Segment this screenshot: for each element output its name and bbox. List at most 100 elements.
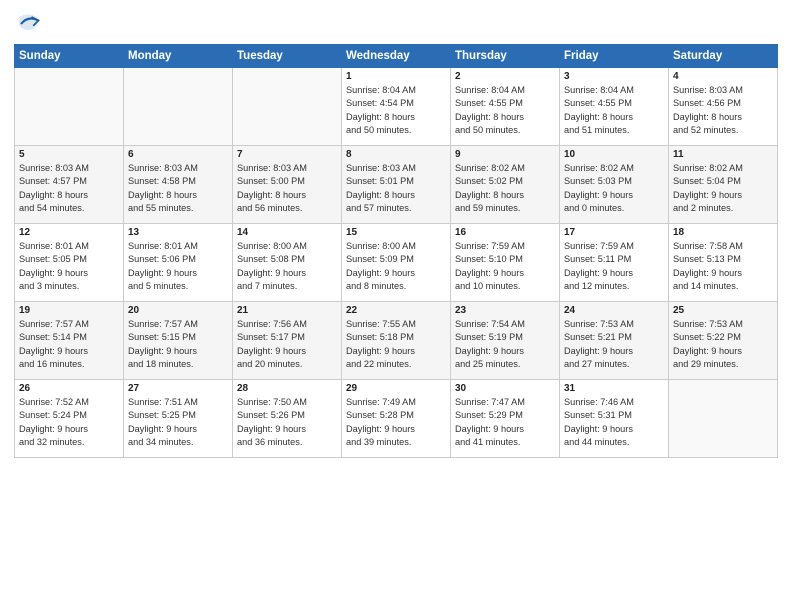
day-info: Sunrise: 7:54 AM Sunset: 5:19 PM Dayligh… <box>455 318 555 371</box>
day-number: 3 <box>564 71 664 82</box>
day-number: 30 <box>455 383 555 394</box>
day-cell-11: 11 Sunrise: 8:02 AM Sunset: 5:04 PM Dayli… <box>669 146 778 224</box>
day-number: 27 <box>128 383 228 394</box>
day-number: 18 <box>673 227 773 238</box>
day-number: 2 <box>455 71 555 82</box>
day-info: Sunrise: 7:51 AM Sunset: 5:25 PM Dayligh… <box>128 396 228 449</box>
day-info: Sunrise: 8:02 AM Sunset: 5:02 PM Dayligh… <box>455 162 555 215</box>
day-info: Sunrise: 7:55 AM Sunset: 5:18 PM Dayligh… <box>346 318 446 371</box>
weekday-sunday: Sunday <box>15 45 124 68</box>
page: SundayMondayTuesdayWednesdayThursdayFrid… <box>0 0 792 612</box>
day-info: Sunrise: 7:46 AM Sunset: 5:31 PM Dayligh… <box>564 396 664 449</box>
weekday-friday: Friday <box>560 45 669 68</box>
day-cell-15: 15 Sunrise: 8:00 AM Sunset: 5:09 PM Dayli… <box>342 224 451 302</box>
day-number: 13 <box>128 227 228 238</box>
day-cell-13: 13 Sunrise: 8:01 AM Sunset: 5:06 PM Dayli… <box>124 224 233 302</box>
day-cell-21: 21 Sunrise: 7:56 AM Sunset: 5:17 PM Dayli… <box>233 302 342 380</box>
week-row-2: 12 Sunrise: 8:01 AM Sunset: 5:05 PM Dayli… <box>15 224 778 302</box>
day-cell-23: 23 Sunrise: 7:54 AM Sunset: 5:19 PM Dayli… <box>451 302 560 380</box>
day-cell-5: 5Sunrise: 8:03 AM Sunset: 4:57 PM Daylig… <box>15 146 124 224</box>
weekday-header-row: SundayMondayTuesdayWednesdayThursdayFrid… <box>15 45 778 68</box>
day-info: Sunrise: 8:04 AM Sunset: 4:55 PM Dayligh… <box>455 84 555 137</box>
day-cell-12: 12 Sunrise: 8:01 AM Sunset: 5:05 PM Dayli… <box>15 224 124 302</box>
day-cell-20: 20Sunrise: 7:57 AM Sunset: 5:15 PM Dayli… <box>124 302 233 380</box>
day-info: Sunrise: 8:02 AM Sunset: 5:04 PM Dayligh… <box>673 162 773 215</box>
day-cell-25: 25 Sunrise: 7:53 AM Sunset: 5:22 PM Dayli… <box>669 302 778 380</box>
day-info: Sunrise: 8:03 AM Sunset: 4:58 PM Dayligh… <box>128 162 228 215</box>
day-cell-17: 17Sunrise: 7:59 AM Sunset: 5:11 PM Dayli… <box>560 224 669 302</box>
day-info: Sunrise: 7:49 AM Sunset: 5:28 PM Dayligh… <box>346 396 446 449</box>
day-number: 12 <box>19 227 119 238</box>
day-info: Sunrise: 8:04 AM Sunset: 4:54 PM Dayligh… <box>346 84 446 137</box>
empty-cell <box>233 68 342 146</box>
day-cell-19: 19Sunrise: 7:57 AM Sunset: 5:14 PM Dayli… <box>15 302 124 380</box>
empty-cell <box>15 68 124 146</box>
day-info: Sunrise: 8:00 AM Sunset: 5:09 PM Dayligh… <box>346 240 446 293</box>
day-info: Sunrise: 8:00 AM Sunset: 5:08 PM Dayligh… <box>237 240 337 293</box>
week-row-4: 26 Sunrise: 7:52 AM Sunset: 5:24 PM Dayli… <box>15 380 778 458</box>
day-number: 14 <box>237 227 337 238</box>
day-info: Sunrise: 8:03 AM Sunset: 5:01 PM Dayligh… <box>346 162 446 215</box>
week-row-3: 19Sunrise: 7:57 AM Sunset: 5:14 PM Dayli… <box>15 302 778 380</box>
day-number: 19 <box>19 305 119 316</box>
day-info: Sunrise: 7:52 AM Sunset: 5:24 PM Dayligh… <box>19 396 119 449</box>
day-cell-3: 3 Sunrise: 8:04 AM Sunset: 4:55 PM Daylig… <box>560 68 669 146</box>
day-number: 31 <box>564 383 664 394</box>
day-number: 9 <box>455 149 555 160</box>
day-number: 15 <box>346 227 446 238</box>
day-number: 16 <box>455 227 555 238</box>
day-info: Sunrise: 7:58 AM Sunset: 5:13 PM Dayligh… <box>673 240 773 293</box>
day-info: Sunrise: 7:53 AM Sunset: 5:22 PM Dayligh… <box>673 318 773 371</box>
day-cell-31: 31 Sunrise: 7:46 AM Sunset: 5:31 PM Dayli… <box>560 380 669 458</box>
day-number: 25 <box>673 305 773 316</box>
day-cell-18: 18 Sunrise: 7:58 AM Sunset: 5:13 PM Dayli… <box>669 224 778 302</box>
day-number: 4 <box>673 71 773 82</box>
day-info: Sunrise: 7:59 AM Sunset: 5:11 PM Dayligh… <box>564 240 664 293</box>
day-cell-24: 24 Sunrise: 7:53 AM Sunset: 5:21 PM Dayli… <box>560 302 669 380</box>
day-number: 24 <box>564 305 664 316</box>
day-info: Sunrise: 8:03 AM Sunset: 4:56 PM Dayligh… <box>673 84 773 137</box>
weekday-tuesday: Tuesday <box>233 45 342 68</box>
weekday-monday: Monday <box>124 45 233 68</box>
calendar-table: SundayMondayTuesdayWednesdayThursdayFrid… <box>14 44 778 458</box>
day-number: 6 <box>128 149 228 160</box>
logo <box>14 10 46 38</box>
day-number: 21 <box>237 305 337 316</box>
weekday-wednesday: Wednesday <box>342 45 451 68</box>
day-cell-14: 14 Sunrise: 8:00 AM Sunset: 5:08 PM Dayli… <box>233 224 342 302</box>
day-cell-2: 2 Sunrise: 8:04 AM Sunset: 4:55 PM Daylig… <box>451 68 560 146</box>
day-info: Sunrise: 7:56 AM Sunset: 5:17 PM Dayligh… <box>237 318 337 371</box>
day-number: 1 <box>346 71 446 82</box>
weekday-saturday: Saturday <box>669 45 778 68</box>
day-number: 29 <box>346 383 446 394</box>
weekday-thursday: Thursday <box>451 45 560 68</box>
day-number: 26 <box>19 383 119 394</box>
logo-icon <box>14 10 42 38</box>
day-info: Sunrise: 7:59 AM Sunset: 5:10 PM Dayligh… <box>455 240 555 293</box>
day-info: Sunrise: 8:04 AM Sunset: 4:55 PM Dayligh… <box>564 84 664 137</box>
day-cell-9: 9 Sunrise: 8:02 AM Sunset: 5:02 PM Daylig… <box>451 146 560 224</box>
day-cell-1: 1 Sunrise: 8:04 AM Sunset: 4:54 PM Daylig… <box>342 68 451 146</box>
day-number: 10 <box>564 149 664 160</box>
day-info: Sunrise: 8:03 AM Sunset: 5:00 PM Dayligh… <box>237 162 337 215</box>
day-cell-29: 29 Sunrise: 7:49 AM Sunset: 5:28 PM Dayli… <box>342 380 451 458</box>
day-number: 7 <box>237 149 337 160</box>
day-info: Sunrise: 7:50 AM Sunset: 5:26 PM Dayligh… <box>237 396 337 449</box>
day-cell-22: 22 Sunrise: 7:55 AM Sunset: 5:18 PM Dayli… <box>342 302 451 380</box>
day-number: 22 <box>346 305 446 316</box>
day-cell-6: 6 Sunrise: 8:03 AM Sunset: 4:58 PM Daylig… <box>124 146 233 224</box>
day-info: Sunrise: 7:57 AM Sunset: 5:15 PM Dayligh… <box>128 318 228 371</box>
day-number: 8 <box>346 149 446 160</box>
day-info: Sunrise: 8:01 AM Sunset: 5:05 PM Dayligh… <box>19 240 119 293</box>
day-number: 11 <box>673 149 773 160</box>
day-number: 23 <box>455 305 555 316</box>
header <box>14 10 778 38</box>
day-cell-16: 16 Sunrise: 7:59 AM Sunset: 5:10 PM Dayli… <box>451 224 560 302</box>
day-number: 28 <box>237 383 337 394</box>
day-cell-28: 28 Sunrise: 7:50 AM Sunset: 5:26 PM Dayli… <box>233 380 342 458</box>
day-info: Sunrise: 7:53 AM Sunset: 5:21 PM Dayligh… <box>564 318 664 371</box>
day-cell-26: 26 Sunrise: 7:52 AM Sunset: 5:24 PM Dayli… <box>15 380 124 458</box>
day-info: Sunrise: 8:01 AM Sunset: 5:06 PM Dayligh… <box>128 240 228 293</box>
week-row-0: 1 Sunrise: 8:04 AM Sunset: 4:54 PM Daylig… <box>15 68 778 146</box>
week-row-1: 5Sunrise: 8:03 AM Sunset: 4:57 PM Daylig… <box>15 146 778 224</box>
